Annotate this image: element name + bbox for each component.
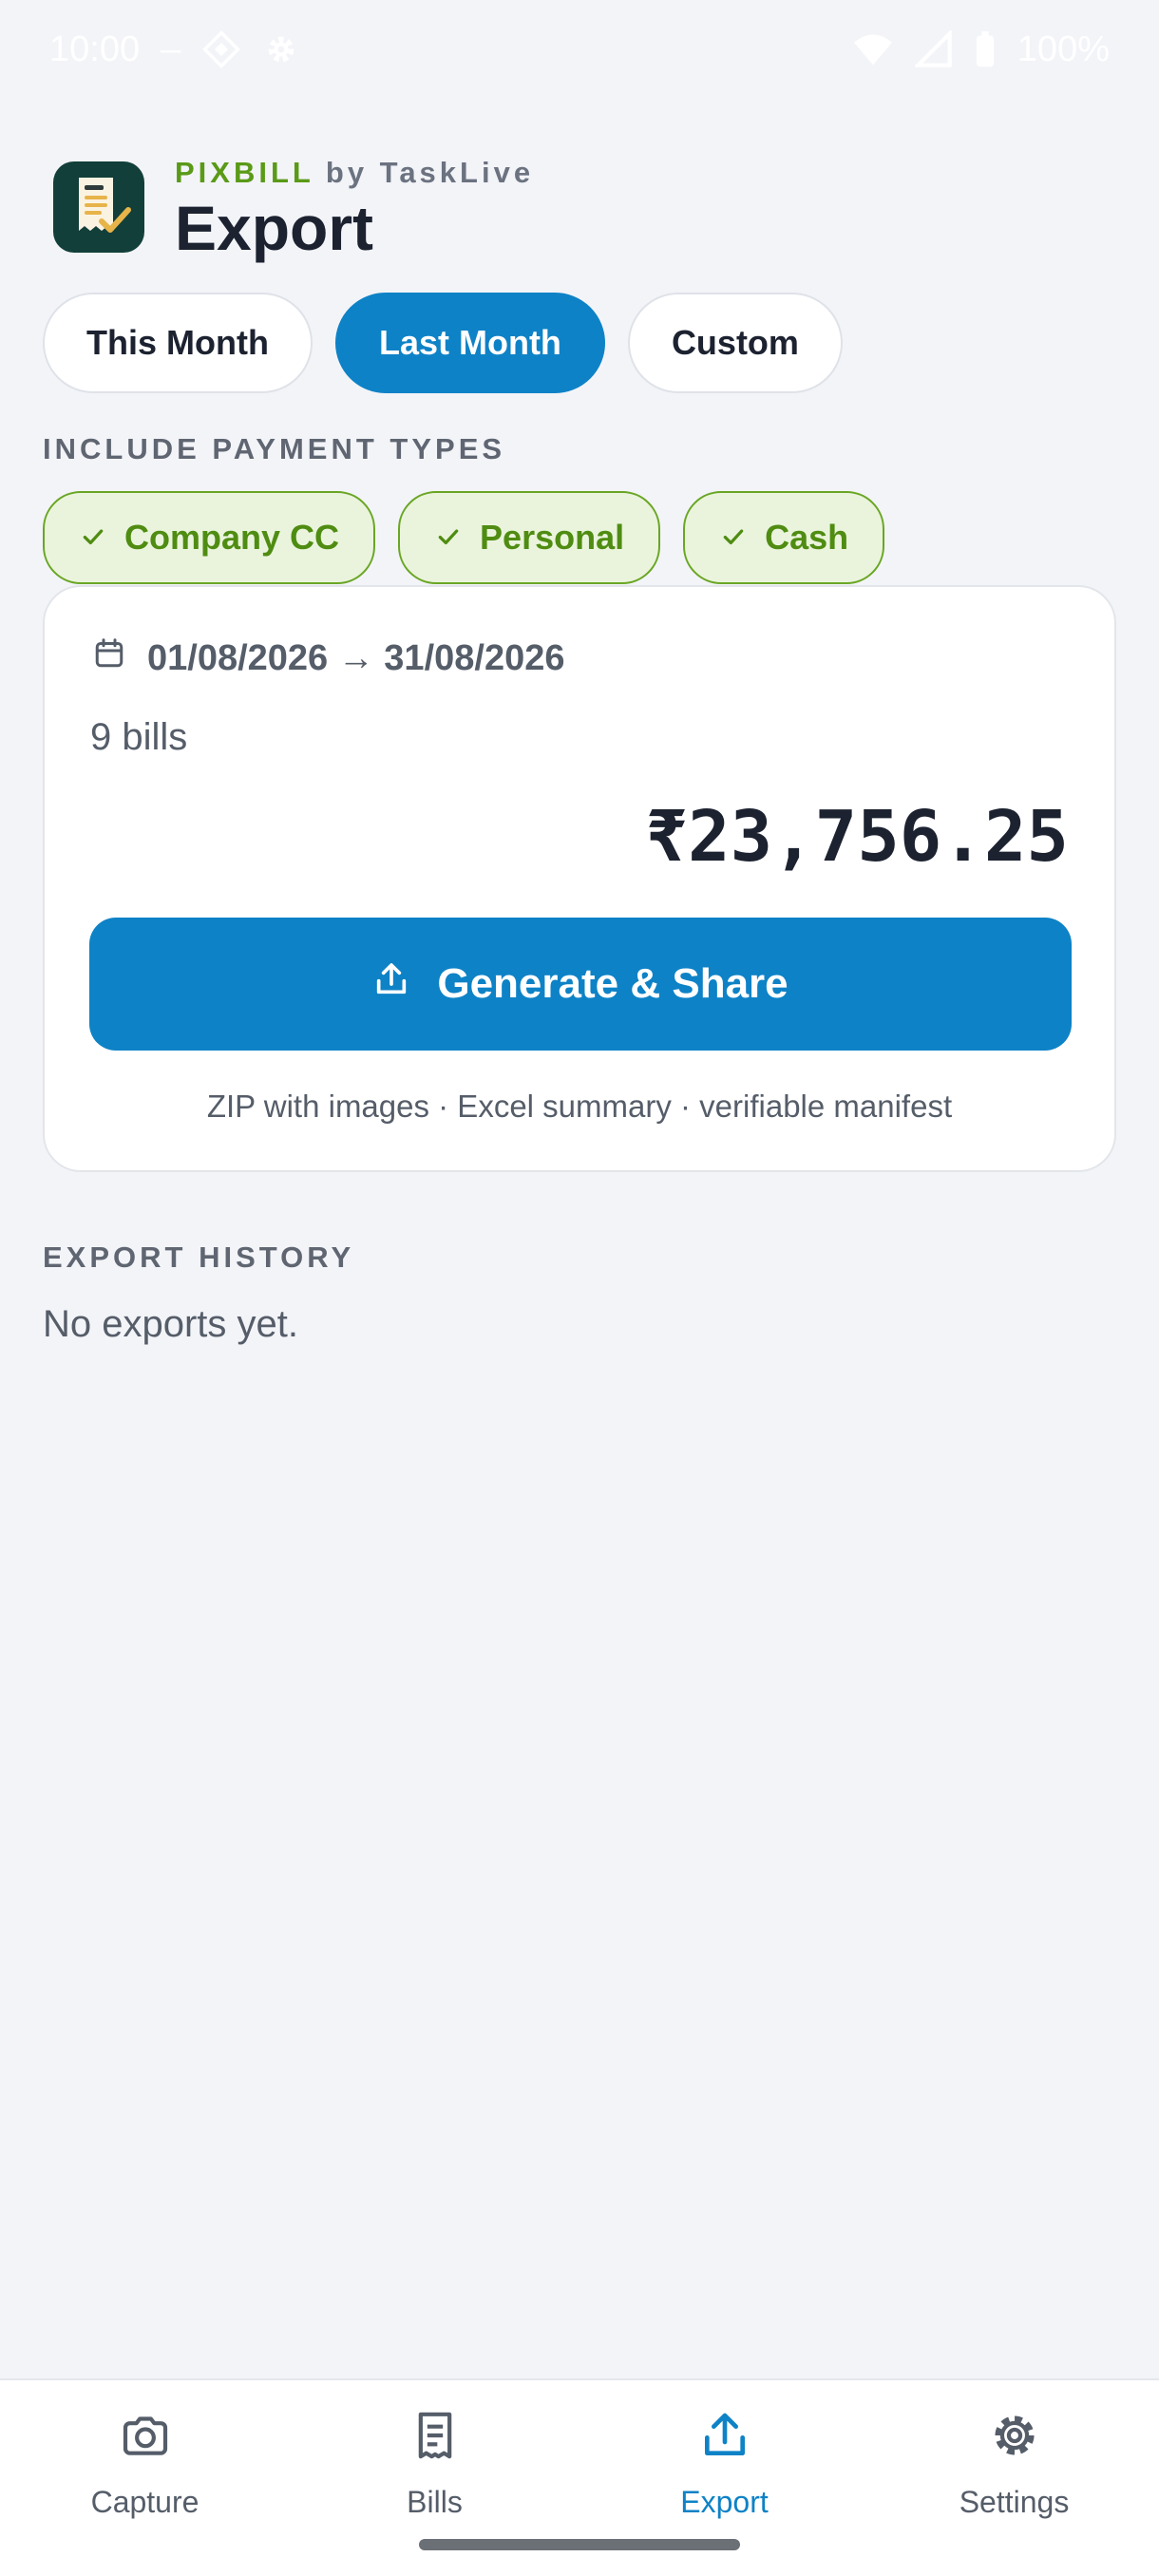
range-chip-this-month[interactable]: This Month (43, 293, 313, 393)
nav-item-settings[interactable]: Settings (869, 2380, 1159, 2576)
brand-by-line: by TaskLive (314, 156, 535, 189)
settings-gear-status-icon (262, 30, 300, 68)
home-indicator[interactable] (419, 2539, 740, 2550)
nav-label: Bills (407, 2485, 463, 2519)
generate-share-label: Generate & Share (437, 960, 788, 1007)
check-icon (81, 518, 105, 558)
status-dash: – (161, 28, 181, 69)
header: PIXBILL by TaskLive Export (53, 152, 534, 263)
payment-chip-personal[interactable]: Personal (398, 491, 661, 584)
date-range-text: 01/08/2026 → 31/08/2026 (147, 637, 565, 678)
date-range-display: 01/08/2026 → 31/08/2026 (92, 636, 565, 680)
gear-icon (988, 2409, 1041, 2470)
nav-label: Export (680, 2485, 769, 2519)
range-chip-last-month[interactable]: Last Month (334, 293, 605, 393)
range-chip-custom[interactable]: Custom (627, 293, 843, 393)
payment-types-heading: INCLUDE PAYMENT TYPES (43, 432, 506, 465)
signal-icon (914, 30, 953, 68)
export-history-heading: EXPORT HISTORY (43, 1241, 355, 1274)
payment-chip-label: Company CC (124, 518, 340, 557)
page-title: Export (175, 193, 374, 263)
export-screen: 10:00 – 100% PIXBILL by TaskLive Export … (0, 0, 1159, 2576)
export-summary-card: 01/08/2026 → 31/08/2026 9 bills ₹23,756.… (43, 585, 1116, 1172)
payment-chip-cash[interactable]: Cash (683, 491, 885, 584)
upload-icon (698, 2409, 751, 2470)
diamond-icon (201, 29, 241, 69)
date-range-selector: This Month Last Month Custom (43, 293, 843, 393)
camera-icon (119, 2409, 172, 2470)
brand-line: PIXBILL by TaskLive (175, 156, 534, 190)
generate-share-button[interactable]: Generate & Share (89, 918, 1072, 1051)
battery-percent: 100% (1016, 28, 1110, 69)
calendar-icon (92, 636, 126, 680)
app-logo-icon (53, 161, 144, 254)
bill-count: 9 bills (90, 716, 188, 758)
status-bar: 10:00 – 100% (0, 0, 1159, 99)
nav-label: Capture (90, 2485, 200, 2519)
receipt-icon (408, 2409, 462, 2470)
payment-chip-label: Cash (765, 518, 849, 557)
brand-name: PIXBILL (175, 156, 314, 189)
nav-label: Settings (959, 2485, 1070, 2519)
status-time: 10:00 (49, 28, 141, 69)
payment-type-filters: Company CC Personal Cash (43, 491, 885, 584)
export-history-empty: No exports yet. (43, 1303, 299, 1345)
share-upload-icon (372, 960, 410, 1009)
nav-item-capture[interactable]: Capture (0, 2380, 290, 2576)
battery-icon (974, 30, 997, 68)
total-amount: ₹23,756.25 (645, 796, 1069, 878)
export-format-note: ZIP with images · Excel summary · verifi… (206, 1089, 953, 1124)
wifi-icon (852, 30, 894, 68)
check-icon (436, 518, 461, 558)
payment-chip-label: Personal (480, 518, 625, 557)
check-icon (721, 518, 746, 558)
payment-chip-company-cc[interactable]: Company CC (43, 491, 376, 584)
